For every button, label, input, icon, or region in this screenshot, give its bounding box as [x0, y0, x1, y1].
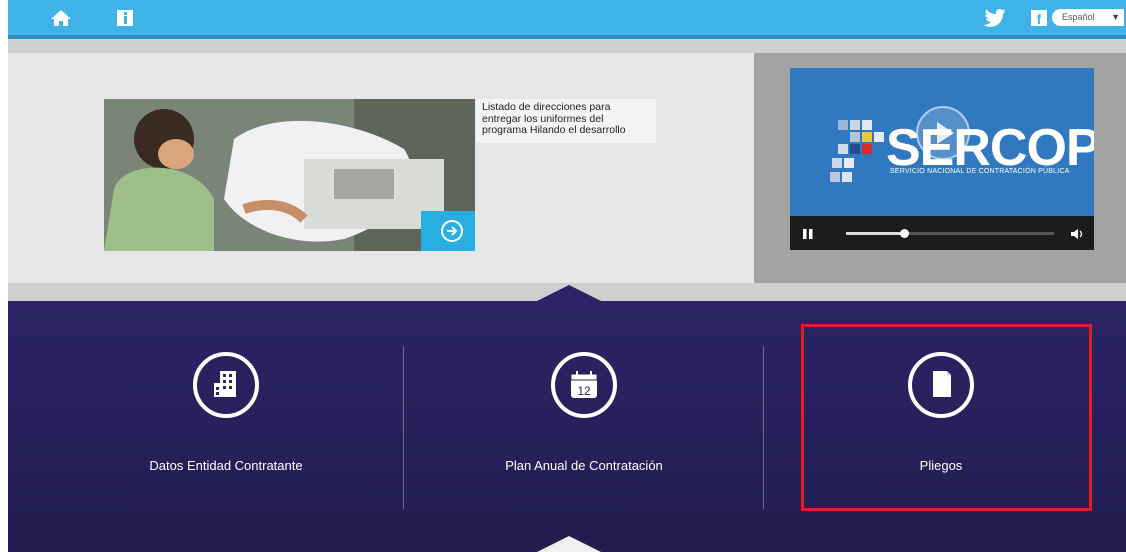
news-caption: Listado de direcciones para entregar los… — [476, 99, 656, 143]
highlight-box — [801, 324, 1092, 511]
nav-circle: 12 — [551, 352, 617, 418]
volume-icon[interactable] — [1070, 227, 1084, 239]
video-subtitle: SERVICIO NACIONAL DE CONTRATACIÓN PÚBLIC… — [890, 168, 1070, 175]
seek-progress — [846, 232, 905, 235]
nav-item-plan-anual[interactable]: 12 Plan Anual de Contratación — [434, 320, 734, 510]
seek-bar[interactable] — [846, 229, 1054, 238]
video-controls — [790, 216, 1094, 250]
nav-label: Plan Anual de Contratación — [505, 458, 663, 473]
divider — [763, 346, 764, 509]
divider — [403, 346, 404, 509]
home-icon[interactable] — [50, 9, 72, 27]
building-icon — [214, 371, 236, 397]
play-icon[interactable] — [914, 104, 972, 162]
info-icon[interactable] — [116, 9, 138, 27]
calendar-icon: 12 — [570, 371, 598, 398]
language-value: Español — [1062, 12, 1095, 22]
chevron-down-icon: ▼ — [1111, 12, 1120, 22]
nav-circle — [193, 352, 259, 418]
facebook-icon[interactable]: f — [1031, 10, 1047, 27]
nav-item-datos-entidad[interactable]: Datos Entidad Contratante — [76, 320, 376, 510]
twitter-icon[interactable] — [983, 9, 1006, 27]
next-arrow-button[interactable] — [421, 211, 475, 251]
language-select[interactable]: Español ▼ — [1052, 9, 1124, 26]
seek-handle[interactable] — [900, 229, 910, 238]
video-player[interactable]: SERCOP SERVICIO NACIONAL DE CONTRATACIÓN… — [790, 68, 1094, 250]
sercop-logo-icon — [830, 120, 884, 182]
calendar-day: 12 — [577, 384, 591, 398]
top-bar — [8, 0, 1126, 39]
news-image[interactable] — [104, 99, 475, 251]
bottom-notch — [537, 536, 601, 552]
pause-icon[interactable] — [802, 227, 814, 239]
top-strip — [8, 39, 1126, 53]
section-notch — [537, 285, 601, 301]
nav-label: Datos Entidad Contratante — [149, 458, 303, 473]
